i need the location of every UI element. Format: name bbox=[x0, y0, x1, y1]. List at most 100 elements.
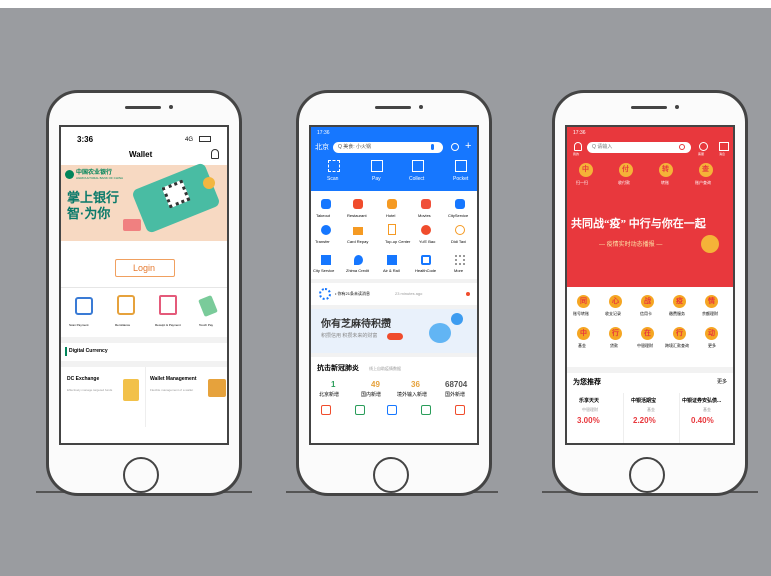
product-card-2[interactable]: 中银活期宝 基金 2.20% bbox=[625, 393, 680, 443]
banner-line-1: 掌上银行 bbox=[67, 190, 120, 205]
grid-label-7: Card Repay bbox=[347, 239, 369, 244]
air-rail-icon[interactable] bbox=[387, 255, 397, 265]
phone-alipay: 17:36 北京 Q 美食: 小火锅 + Scan Pay Collect Po… bbox=[296, 90, 492, 496]
product-name-3: 中银证券安弘债... bbox=[682, 398, 722, 404]
covid-news-card[interactable]: 抗击新冠肺炎 线上自助疫情数据 1 49 36 68704 北京新增 国内新增 … bbox=[311, 357, 477, 443]
product-card-1[interactable]: 乐享天天 中银理财 3.00% bbox=[569, 393, 624, 443]
news-icon-3[interactable] bbox=[387, 405, 397, 415]
contacts-icon[interactable] bbox=[451, 143, 459, 151]
wallet-management-title: Wallet Management bbox=[150, 376, 197, 382]
search-input[interactable]: Q 美食: 小火锅 bbox=[333, 142, 443, 153]
mic-icon[interactable] bbox=[431, 144, 434, 150]
message-notice[interactable]: • 你有21条未读消息 23 minutes ago bbox=[311, 283, 477, 305]
grid-label-2: Restaurant bbox=[347, 213, 367, 218]
battery-icon bbox=[199, 136, 211, 142]
news-icon-5[interactable] bbox=[455, 405, 465, 415]
speaker bbox=[631, 106, 667, 109]
grid-glyph-8: 在 bbox=[644, 330, 651, 337]
didi-icon[interactable] bbox=[455, 225, 465, 235]
promo-title: 你有芝麻待积攒 bbox=[321, 319, 391, 330]
quick-icon-1: 中 bbox=[582, 166, 589, 173]
user-icon[interactable] bbox=[211, 149, 219, 159]
zhima-credit-icon[interactable] bbox=[354, 255, 363, 265]
restaurant-icon[interactable] bbox=[353, 199, 363, 209]
news-icon-2[interactable] bbox=[355, 405, 365, 415]
grid-glyph-4: 疫 bbox=[676, 298, 683, 305]
login-button[interactable]: Login bbox=[115, 259, 175, 277]
promo-banner[interactable]: 中国农业银行 AGRICULTURAL BANK OF CHINA 掌上银行 智… bbox=[61, 162, 227, 241]
scan-icon[interactable] bbox=[75, 297, 93, 315]
yuebao-icon[interactable] bbox=[421, 225, 431, 235]
status-time: 3:36 bbox=[77, 135, 94, 144]
phone-abc-wallet: 3:36 4G Wallet 中国农业银行 AGRICULTURAL BANK … bbox=[46, 90, 242, 496]
home-button[interactable] bbox=[629, 457, 665, 493]
profile-label: 我的 bbox=[573, 152, 580, 156]
section-gap bbox=[61, 337, 227, 343]
wallet-management-card[interactable]: Wallet Management Flexible management of… bbox=[146, 367, 227, 427]
phone-coin-icon bbox=[123, 379, 139, 401]
add-icon[interactable]: + bbox=[465, 141, 471, 152]
collect-icon[interactable] bbox=[412, 160, 424, 172]
grid-label-8: 中银理财 bbox=[637, 343, 653, 348]
touch-pay-icon[interactable] bbox=[198, 295, 218, 317]
grid-glyph-1: 同 bbox=[580, 298, 587, 305]
pay-icon[interactable] bbox=[371, 160, 383, 172]
grid-label-9: Yu'E Bao bbox=[419, 239, 436, 244]
grid-label-13: Air & Rail bbox=[383, 268, 400, 273]
stat-num-4: 68704 bbox=[445, 380, 468, 389]
status-time: 17:36 bbox=[573, 130, 586, 136]
scan-icon[interactable] bbox=[328, 160, 340, 172]
camera bbox=[169, 105, 173, 109]
message-icon[interactable] bbox=[719, 142, 729, 151]
city-selector[interactable]: 北京 bbox=[315, 144, 329, 151]
collect-label: Collect bbox=[409, 176, 425, 182]
grid-glyph-10: 动 bbox=[708, 330, 715, 337]
product-type-1: 中银理财 bbox=[582, 407, 598, 412]
service-icon[interactable] bbox=[699, 142, 708, 151]
receipt-payment-icon[interactable] bbox=[159, 295, 177, 315]
more-icon[interactable] bbox=[455, 255, 465, 265]
recommend-more[interactable]: 更多 bbox=[717, 380, 727, 385]
product-rate-2: 2.20% bbox=[633, 416, 656, 425]
go-badge[interactable] bbox=[387, 333, 403, 340]
login-label: Login bbox=[133, 263, 156, 273]
grid-label-11: City Service bbox=[313, 268, 335, 273]
card-repay-icon[interactable] bbox=[353, 227, 363, 235]
city-service-icon[interactable] bbox=[455, 199, 465, 209]
product-card-3[interactable]: 中银证券安弘债... 基金 0.40% bbox=[681, 393, 733, 443]
grid-glyph-2: 心 bbox=[612, 298, 619, 305]
home-button[interactable] bbox=[373, 457, 409, 493]
wallet-icon bbox=[208, 379, 226, 397]
scan-label: Scan bbox=[327, 176, 339, 182]
stat-num-1: 1 bbox=[331, 380, 336, 389]
voice-icon[interactable] bbox=[679, 144, 685, 150]
top-margin bbox=[0, 0, 771, 8]
home-button[interactable] bbox=[123, 457, 159, 493]
remittance-icon[interactable] bbox=[117, 295, 135, 315]
health-code-icon[interactable] bbox=[421, 255, 431, 265]
profile-icon[interactable] bbox=[574, 142, 582, 151]
sesame-promo-banner[interactable]: 你有芝麻待积攒 积攒信用 积攒未来的财富 bbox=[311, 309, 477, 353]
gap-1 bbox=[567, 367, 733, 373]
movies-icon[interactable] bbox=[421, 199, 431, 209]
pocket-label: Pocket bbox=[453, 176, 469, 182]
stat-label-2: 国内新增 bbox=[361, 392, 382, 398]
city-service-2-icon[interactable] bbox=[321, 255, 331, 265]
transfer-icon[interactable] bbox=[321, 225, 331, 235]
search-input[interactable]: Q 请输入 bbox=[587, 142, 691, 153]
search-placeholder: Q 请输入 bbox=[592, 144, 613, 150]
phone-boc: 17:36 我的 Q 请输入 客服 消息 中 付 转 查 扫一扫 收付款 转账 … bbox=[552, 90, 748, 496]
quick-icon-3: 转 bbox=[662, 166, 669, 173]
promo-subtitle: 积攒信用 积攒未来的财富 bbox=[321, 333, 378, 339]
slogan-sub: — 疫情实时动态播报 — bbox=[599, 242, 663, 248]
news-icon-1[interactable] bbox=[321, 405, 331, 415]
status-time: 17:36 bbox=[317, 130, 330, 136]
action-label-3: Receipt & Payment bbox=[155, 323, 181, 327]
takeout-icon[interactable] bbox=[321, 199, 331, 209]
pocket-icon[interactable] bbox=[455, 160, 467, 172]
dc-exchange-card[interactable]: DC Exchange Effectively manage targeted … bbox=[61, 367, 146, 427]
hotel-icon[interactable] bbox=[387, 199, 397, 209]
topup-icon[interactable] bbox=[388, 224, 396, 235]
epidemic-badge[interactable] bbox=[701, 235, 719, 253]
news-icon-4[interactable] bbox=[421, 405, 431, 415]
